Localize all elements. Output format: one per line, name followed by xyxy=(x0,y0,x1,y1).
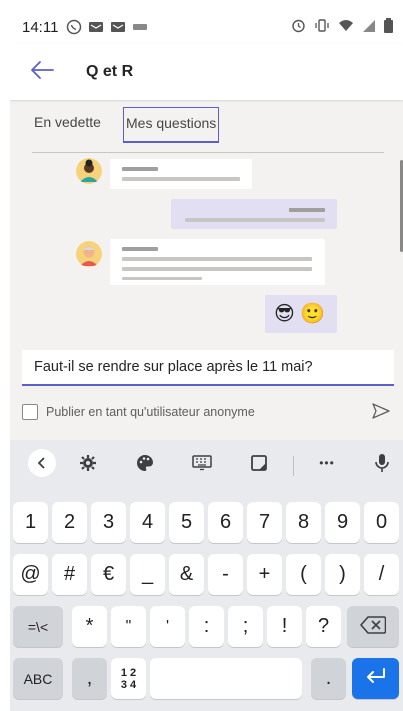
key-more-symbols[interactable]: =\< xyxy=(13,606,63,647)
keyboard-toolbar: ••• xyxy=(10,446,403,480)
on-screen-keyboard: ••• 1 2 3 4 5 6 7 8 9 0 @ # € _ & - + ( … xyxy=(10,440,403,711)
page-title: Q et R xyxy=(86,63,134,80)
voicemail-icon xyxy=(132,22,148,32)
key-asterisk[interactable]: * xyxy=(72,606,107,647)
enter-icon xyxy=(365,667,387,690)
question-input[interactable]: Faut-il se rendre sur place après le 11 … xyxy=(22,350,394,386)
settings-icon[interactable] xyxy=(73,448,103,478)
key-plus[interactable]: + xyxy=(247,554,282,595)
key-exclamation[interactable]: ! xyxy=(267,606,302,647)
list-item[interactable]: 😎 🙂 xyxy=(265,295,337,333)
key-comma[interactable]: , xyxy=(72,658,107,699)
alarm-icon xyxy=(291,18,306,36)
text-placeholder xyxy=(122,267,312,271)
tab-bar: En vedette Mes questions xyxy=(10,106,403,154)
status-bar: 14:11 xyxy=(10,10,403,44)
whatsapp-icon xyxy=(66,19,82,35)
message-icon xyxy=(88,20,104,34)
keyboard-icon[interactable] xyxy=(187,448,217,478)
key-euro[interactable]: € xyxy=(91,554,126,595)
num-pad-bottom: 3 4 xyxy=(120,678,137,691)
clipboard-icon[interactable] xyxy=(244,448,274,478)
signal-icon xyxy=(362,19,376,36)
key-7[interactable]: 7 xyxy=(247,502,282,543)
num-pad-top: 1 2 xyxy=(120,666,137,679)
key-double-quote[interactable]: " xyxy=(111,606,146,647)
tab-my-questions[interactable]: Mes questions xyxy=(123,107,220,143)
key-slash[interactable]: / xyxy=(364,554,399,595)
palette-icon[interactable] xyxy=(130,448,160,478)
key-single-quote[interactable]: ' xyxy=(150,606,185,647)
list-item[interactable] xyxy=(110,239,325,285)
emoji-reaction: 😎 🙂 xyxy=(274,303,326,325)
vibrate-icon xyxy=(314,18,330,36)
arrow-left-icon xyxy=(30,60,54,85)
key-minus[interactable]: - xyxy=(208,554,243,595)
key-8[interactable]: 8 xyxy=(286,502,321,543)
key-9[interactable]: 9 xyxy=(325,502,360,543)
phone-screen: 14:11 Q et R En vedette Mes questions 😎 … xyxy=(10,10,403,711)
send-button[interactable] xyxy=(368,400,394,424)
list-item[interactable] xyxy=(171,199,337,229)
key-2[interactable]: 2 xyxy=(52,502,87,543)
chevron-left-icon[interactable] xyxy=(28,449,56,477)
anonymous-option: Publier en tant qu'utilisateur anonyme xyxy=(22,400,394,424)
key-underscore[interactable]: _ xyxy=(130,554,165,595)
key-1[interactable]: 1 xyxy=(13,502,48,543)
key-period[interactable]: . xyxy=(311,658,346,699)
text-placeholder xyxy=(122,177,240,181)
text-placeholder xyxy=(289,208,325,212)
text-placeholder xyxy=(122,257,312,261)
questions-feed: 😎 🙂 xyxy=(10,156,403,351)
mic-icon[interactable] xyxy=(367,448,397,478)
key-colon[interactable]: : xyxy=(189,606,224,647)
key-hash[interactable]: # xyxy=(52,554,87,595)
list-item[interactable] xyxy=(110,159,252,189)
tab-divider xyxy=(32,152,384,153)
more-icon[interactable]: ••• xyxy=(312,448,342,478)
key-3[interactable]: 3 xyxy=(91,502,126,543)
back-button[interactable] xyxy=(20,50,64,94)
backspace-icon xyxy=(360,616,387,637)
app-header: Q et R xyxy=(10,44,403,100)
key-at[interactable]: @ xyxy=(13,554,48,595)
key-question[interactable]: ? xyxy=(306,606,341,647)
key-4[interactable]: 4 xyxy=(130,502,165,543)
wifi-icon xyxy=(338,19,354,36)
key-5[interactable]: 5 xyxy=(169,502,204,543)
status-time: 14:11 xyxy=(22,18,59,36)
enter-key[interactable] xyxy=(352,658,399,699)
message-icon-2 xyxy=(110,20,126,34)
key-close-paren[interactable]: ) xyxy=(325,554,360,595)
tab-featured[interactable]: En vedette xyxy=(34,114,101,130)
status-right xyxy=(291,10,393,44)
text-placeholder xyxy=(122,167,158,171)
key-ampersand[interactable]: & xyxy=(169,554,204,595)
avatar xyxy=(76,241,102,267)
text-placeholder xyxy=(185,218,325,222)
avatar xyxy=(76,158,102,184)
toolbar-divider xyxy=(293,456,294,476)
anonymous-label: Publier en tant qu'utilisateur anonyme xyxy=(46,405,255,419)
send-icon xyxy=(372,402,390,422)
text-placeholder xyxy=(122,247,158,251)
backspace-key[interactable] xyxy=(347,606,399,647)
text-placeholder xyxy=(122,277,202,280)
key-abc[interactable]: ABC xyxy=(13,658,63,699)
key-semicolon[interactable]: ; xyxy=(228,606,263,647)
key-number-pad[interactable]: 1 2 3 4 xyxy=(111,658,146,699)
key-open-paren[interactable]: ( xyxy=(286,554,321,595)
key-0[interactable]: 0 xyxy=(364,502,399,543)
battery-icon xyxy=(384,18,393,36)
key-6[interactable]: 6 xyxy=(208,502,243,543)
anonymous-checkbox[interactable] xyxy=(22,404,38,420)
space-key[interactable] xyxy=(150,658,302,699)
